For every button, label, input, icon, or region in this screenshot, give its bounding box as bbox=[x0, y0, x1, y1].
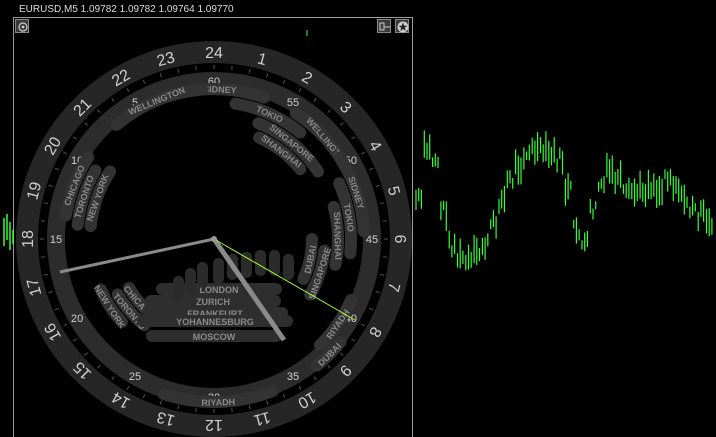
minute-label: 25 bbox=[129, 371, 141, 383]
europe-session-label: MOSCOW bbox=[193, 332, 236, 342]
minute-label: 15 bbox=[50, 234, 62, 246]
session-stub bbox=[173, 276, 184, 302]
session-stub bbox=[185, 268, 196, 294]
session-stub bbox=[213, 258, 224, 284]
session-stub bbox=[283, 254, 294, 280]
hour-label: 18 bbox=[20, 230, 37, 248]
europe-session-label: YOHANNESBURG bbox=[176, 317, 254, 327]
europe-session-label: ZURICH bbox=[196, 297, 230, 307]
minute-label: 45 bbox=[366, 234, 378, 246]
clock-center bbox=[211, 236, 217, 242]
minute-label: 20 bbox=[71, 313, 83, 325]
minute-label: 35 bbox=[287, 371, 299, 383]
session-label: SHANGHAI bbox=[332, 212, 343, 260]
hour-label: 12 bbox=[205, 416, 223, 433]
hour-label: 6 bbox=[391, 235, 408, 244]
session-clock: 24 12345678910111213141516171819202122236… bbox=[16, 41, 412, 437]
minute-label: 55 bbox=[287, 97, 299, 109]
hour-label: 24 bbox=[205, 45, 223, 62]
session-label: RIYADH bbox=[201, 397, 235, 408]
session-stub bbox=[197, 262, 208, 288]
chart-canvas: 24 12345678910111213141516171819202122236… bbox=[3, 30, 713, 437]
